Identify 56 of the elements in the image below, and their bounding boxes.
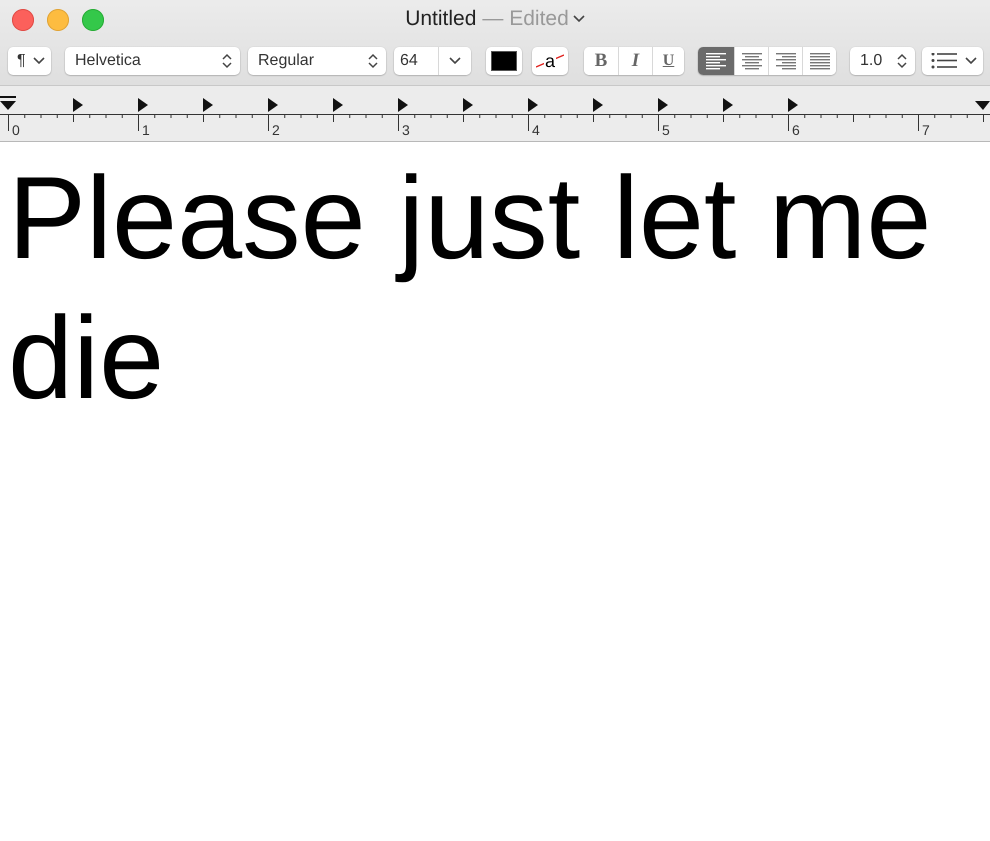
align-justify-icon bbox=[810, 52, 830, 70]
tab-stop-icon[interactable] bbox=[398, 98, 408, 112]
window-title: Untitled bbox=[405, 7, 476, 31]
chevron-icon bbox=[965, 57, 977, 65]
tab-stop-icon[interactable] bbox=[788, 98, 798, 112]
tab-stop-icon[interactable] bbox=[658, 98, 668, 112]
font-size-menu-button[interactable] bbox=[438, 47, 471, 75]
line-spacing-popup[interactable]: 1.0 bbox=[850, 47, 915, 75]
stepper-icon bbox=[897, 53, 907, 69]
italic-button[interactable]: I bbox=[618, 47, 652, 75]
chevron-icon bbox=[33, 57, 45, 65]
right-margin-icon[interactable] bbox=[975, 101, 990, 110]
chevron-icon bbox=[449, 57, 461, 65]
close-button[interactable] bbox=[12, 9, 34, 31]
ruler-label: 5 bbox=[662, 122, 670, 138]
highlight-color-well[interactable]: a bbox=[532, 47, 568, 75]
tab-stop-icon[interactable] bbox=[463, 98, 473, 112]
tab-stop-icon[interactable] bbox=[333, 98, 343, 112]
tab-stop-icon[interactable] bbox=[723, 98, 733, 112]
indent-marker-icon[interactable] bbox=[0, 96, 16, 110]
document-text[interactable]: Please just let me die bbox=[0, 142, 990, 841]
font-size-combo[interactable]: 64 bbox=[394, 47, 471, 75]
align-center-button[interactable] bbox=[734, 47, 768, 75]
tab-stop-icon[interactable] bbox=[268, 98, 278, 112]
ruler-label: 6 bbox=[792, 122, 800, 138]
list-icon bbox=[931, 53, 957, 69]
font-size-field[interactable]: 64 bbox=[394, 47, 438, 75]
color-swatch bbox=[491, 51, 517, 71]
ruler-label: 3 bbox=[402, 122, 410, 138]
chevron-icon bbox=[572, 15, 585, 23]
align-center-icon bbox=[742, 52, 762, 70]
align-right-icon bbox=[776, 52, 796, 70]
text-color-well[interactable] bbox=[486, 47, 522, 75]
ruler-label: 2 bbox=[272, 122, 280, 138]
tab-stop-icon[interactable] bbox=[138, 98, 148, 112]
ruler-label: 0 bbox=[12, 122, 20, 138]
zoom-button[interactable] bbox=[82, 9, 104, 31]
paragraph-style-button[interactable]: ¶ bbox=[8, 47, 51, 75]
font-family-popup[interactable]: Helvetica bbox=[65, 47, 240, 75]
underline-button[interactable]: U bbox=[652, 47, 684, 75]
tab-stop-icon[interactable] bbox=[593, 98, 603, 112]
ruler-label: 1 bbox=[142, 122, 150, 138]
ruler-label: 4 bbox=[532, 122, 540, 138]
typeface-popup[interactable]: Regular bbox=[248, 47, 386, 75]
tab-stop-icon[interactable] bbox=[203, 98, 213, 112]
ruler-label: 7 bbox=[922, 122, 930, 138]
align-left-button[interactable] bbox=[698, 47, 734, 75]
tab-stop-icon[interactable] bbox=[528, 98, 538, 112]
bold-button[interactable]: B bbox=[584, 47, 618, 75]
tab-stop-icon[interactable] bbox=[73, 98, 83, 112]
align-left-icon bbox=[706, 52, 726, 70]
align-justify-button[interactable] bbox=[802, 47, 836, 75]
align-right-button[interactable] bbox=[768, 47, 802, 75]
stepper-icon bbox=[368, 53, 378, 69]
stepper-icon bbox=[222, 53, 232, 69]
list-style-button[interactable] bbox=[922, 47, 983, 75]
